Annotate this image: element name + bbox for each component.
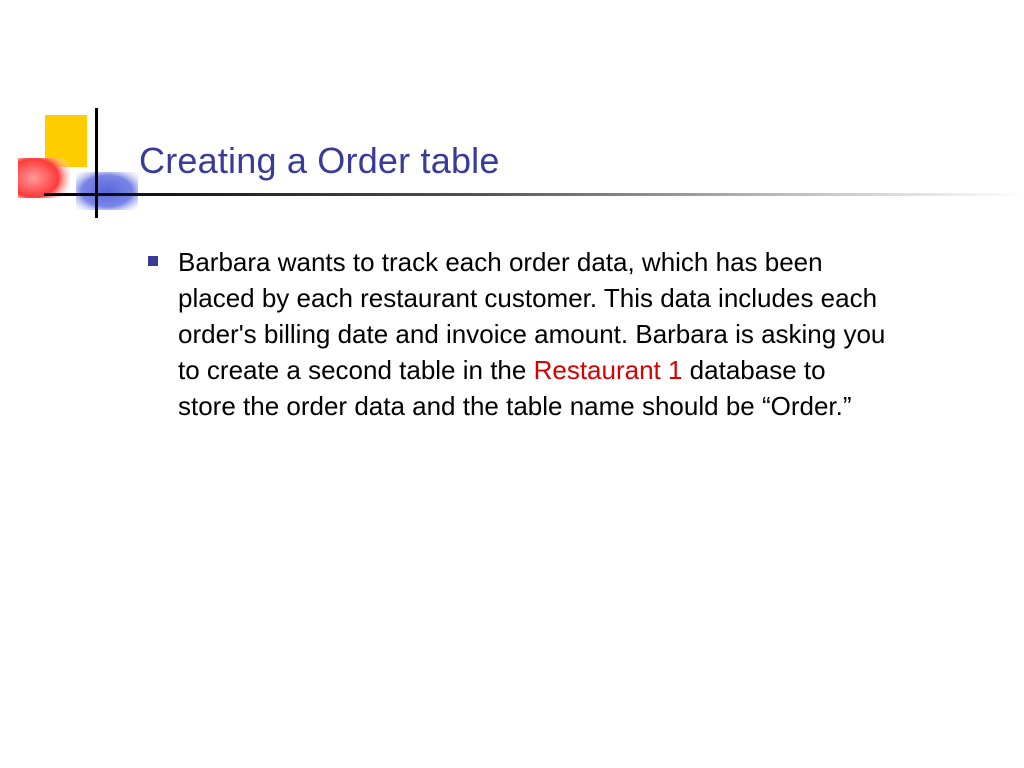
body-emphasis: Restaurant 1	[534, 355, 683, 385]
slide-body: Barbara wants to track each order data, …	[148, 244, 888, 424]
slide-decoration	[0, 0, 1024, 230]
bullet-item: Barbara wants to track each order data, …	[148, 244, 888, 424]
slide: Creating a Order table Barbara wants to …	[0, 0, 1024, 768]
slide-title: Creating a Order table	[139, 140, 500, 182]
bullet-text: Barbara wants to track each order data, …	[178, 244, 888, 424]
bullet-icon	[148, 256, 158, 266]
